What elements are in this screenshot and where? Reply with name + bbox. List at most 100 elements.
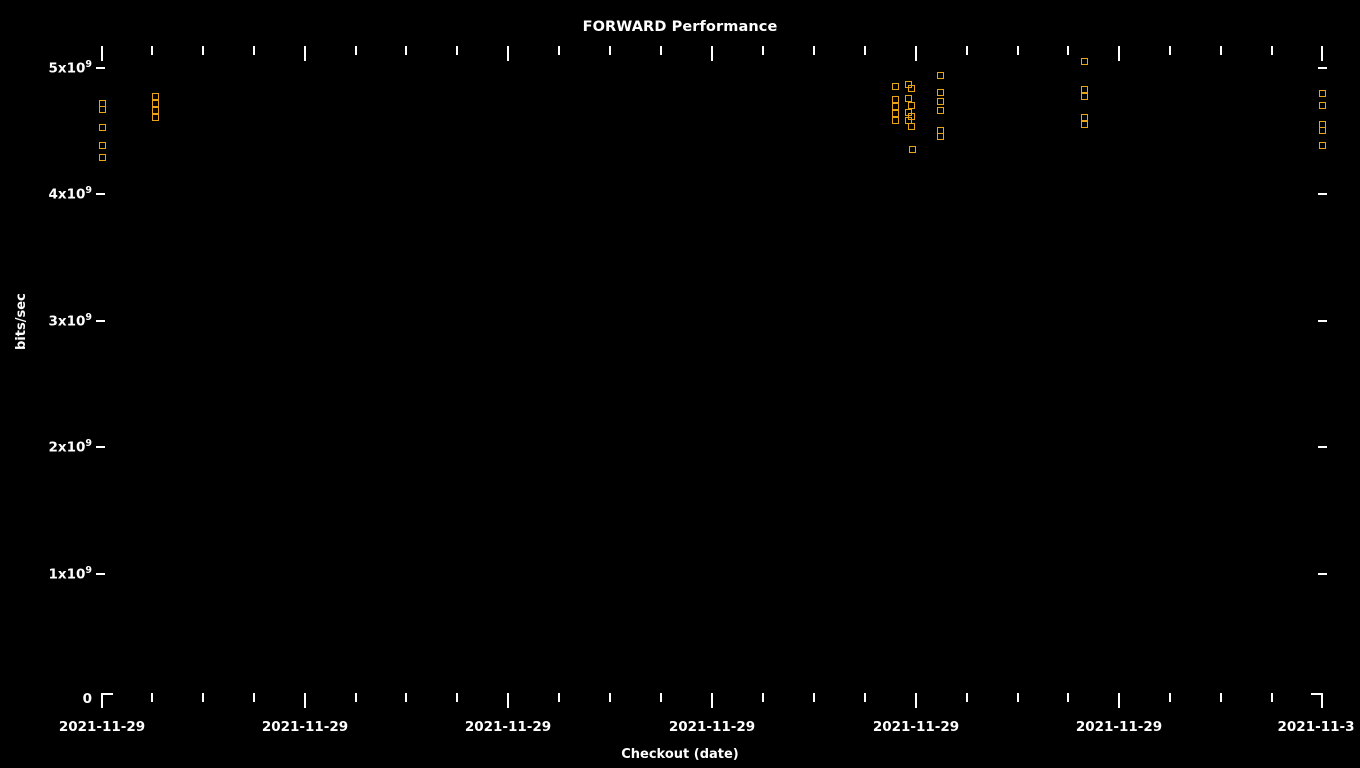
x-axis-major-tick-bottom — [507, 693, 509, 708]
data-point-marker[interactable] — [151, 92, 159, 100]
y-axis-tick-label: 4x109 — [48, 185, 92, 203]
y-axis-tick-mark-right — [1318, 67, 1327, 69]
x-axis-minor-tick-bottom — [813, 693, 815, 702]
x-axis-minor-tick-bottom — [1220, 693, 1222, 702]
x-axis-major-tick-bottom — [915, 693, 917, 708]
x-axis-minor-tick-top — [253, 46, 255, 55]
x-axis-major-tick-top — [304, 46, 306, 61]
x-axis-tick-label: 2021-11-29 — [668, 719, 756, 735]
data-point-marker[interactable] — [936, 106, 944, 114]
data-point-marker[interactable] — [907, 84, 915, 92]
x-axis-minor-tick-bottom — [558, 693, 560, 702]
x-axis-major-tick-bottom — [1321, 693, 1323, 708]
data-point-marker[interactable] — [1080, 57, 1088, 65]
data-point-marker[interactable] — [1080, 120, 1088, 128]
x-axis-tick-label: 2021-11-29 — [58, 719, 146, 735]
x-axis-minor-tick-top — [151, 46, 153, 55]
x-axis-major-tick-top — [915, 46, 917, 61]
x-axis-minor-tick-top — [1271, 46, 1273, 55]
data-point-marker[interactable] — [936, 71, 944, 79]
x-axis-minor-tick-bottom — [762, 693, 764, 702]
x-axis-major-tick-bottom — [711, 693, 713, 708]
x-axis-minor-tick-top — [864, 46, 866, 55]
data-point-marker[interactable] — [1318, 126, 1326, 134]
x-axis-major-tick-bottom — [101, 693, 103, 708]
data-point-marker[interactable] — [98, 123, 106, 131]
data-point-marker[interactable] — [904, 94, 912, 102]
data-point-marker[interactable] — [891, 95, 899, 103]
data-point-marker[interactable] — [1318, 141, 1326, 149]
plot-area: 0 1x109 2x109 3x109 4x109 5x109 2021-11-29 2021… — [0, 0, 1360, 768]
y-axis-tick-label: 1x109 — [48, 565, 92, 583]
data-point-marker[interactable] — [908, 145, 916, 153]
chart-canvas: FORWARD Performance bits/sec Checkout (d… — [0, 0, 1360, 768]
data-point-marker[interactable] — [1080, 92, 1088, 100]
x-axis-minor-tick-top — [355, 46, 357, 55]
y-axis-tick-mark — [96, 67, 105, 69]
data-point-marker[interactable] — [151, 106, 159, 114]
axis-corner-right — [1311, 693, 1322, 695]
x-axis-minor-tick-top — [202, 46, 204, 55]
x-axis-minor-tick-bottom — [1017, 693, 1019, 702]
x-axis-major-tick-top — [101, 46, 103, 61]
data-point-marker[interactable] — [151, 113, 159, 121]
data-point-marker[interactable] — [1318, 89, 1326, 97]
x-axis-minor-tick-bottom — [1067, 693, 1069, 702]
x-axis-minor-tick-bottom — [405, 693, 407, 702]
x-axis-minor-tick-bottom — [456, 693, 458, 702]
x-axis-minor-tick-top — [1017, 46, 1019, 55]
y-axis-tick-label: 0 — [82, 691, 92, 707]
x-axis-minor-tick-top — [405, 46, 407, 55]
data-point-marker[interactable] — [98, 105, 106, 113]
y-axis-tick-mark — [96, 446, 105, 448]
data-point-marker[interactable] — [1318, 101, 1326, 109]
x-axis-minor-tick-bottom — [609, 693, 611, 702]
x-axis-tick-label: 2021-11-29 — [1075, 719, 1163, 735]
x-axis-major-tick-top — [711, 46, 713, 61]
y-axis-tick-mark — [96, 573, 105, 575]
data-point-marker[interactable] — [907, 122, 915, 130]
x-axis-minor-tick-top — [762, 46, 764, 55]
y-axis-tick-mark — [96, 320, 105, 322]
y-axis-tick-label: 3x109 — [48, 312, 92, 330]
data-point-marker[interactable] — [891, 116, 899, 124]
x-axis-minor-tick-bottom — [966, 693, 968, 702]
x-axis-tick-label: 2021-11-29 — [464, 719, 552, 735]
data-point-marker[interactable] — [1080, 85, 1088, 93]
x-axis-major-tick-top — [507, 46, 509, 61]
data-point-marker[interactable] — [151, 99, 159, 107]
x-axis-major-tick-bottom — [304, 693, 306, 708]
x-axis-tick-label: 2021-11-3 — [1277, 719, 1355, 735]
data-point-marker[interactable] — [891, 109, 899, 117]
data-point-marker[interactable] — [907, 101, 915, 109]
y-axis-tick-label: 2x109 — [48, 438, 92, 456]
x-axis-minor-tick-top — [1220, 46, 1222, 55]
x-axis-major-tick-bottom — [1118, 693, 1120, 708]
x-axis-minor-tick-top — [660, 46, 662, 55]
y-axis-tick-label: 5x109 — [48, 59, 92, 77]
x-axis-tick-label: 2021-11-29 — [261, 719, 349, 735]
data-point-marker[interactable] — [891, 82, 899, 90]
x-axis-minor-tick-bottom — [864, 693, 866, 702]
x-axis-minor-tick-bottom — [1169, 693, 1171, 702]
data-point-marker[interactable] — [936, 88, 944, 96]
x-axis-minor-tick-bottom — [151, 693, 153, 702]
data-point-marker[interactable] — [98, 141, 106, 149]
x-axis-minor-tick-bottom — [660, 693, 662, 702]
data-point-marker[interactable] — [1080, 113, 1088, 121]
data-point-marker[interactable] — [936, 132, 944, 140]
y-axis-tick-mark-right — [1318, 320, 1327, 322]
x-axis-major-tick-top — [1321, 46, 1323, 61]
data-point-marker[interactable] — [98, 153, 106, 161]
x-axis-minor-tick-bottom — [355, 693, 357, 702]
data-point-marker[interactable] — [936, 97, 944, 105]
x-axis-minor-tick-top — [456, 46, 458, 55]
x-axis-minor-tick-top — [813, 46, 815, 55]
x-axis-minor-tick-bottom — [202, 693, 204, 702]
x-axis-minor-tick-top — [609, 46, 611, 55]
x-axis-major-tick-top — [1118, 46, 1120, 61]
x-axis-tick-label: 2021-11-29 — [872, 719, 960, 735]
x-axis-minor-tick-bottom — [1271, 693, 1273, 702]
data-point-marker[interactable] — [891, 102, 899, 110]
y-axis-tick-mark-right — [1318, 573, 1327, 575]
